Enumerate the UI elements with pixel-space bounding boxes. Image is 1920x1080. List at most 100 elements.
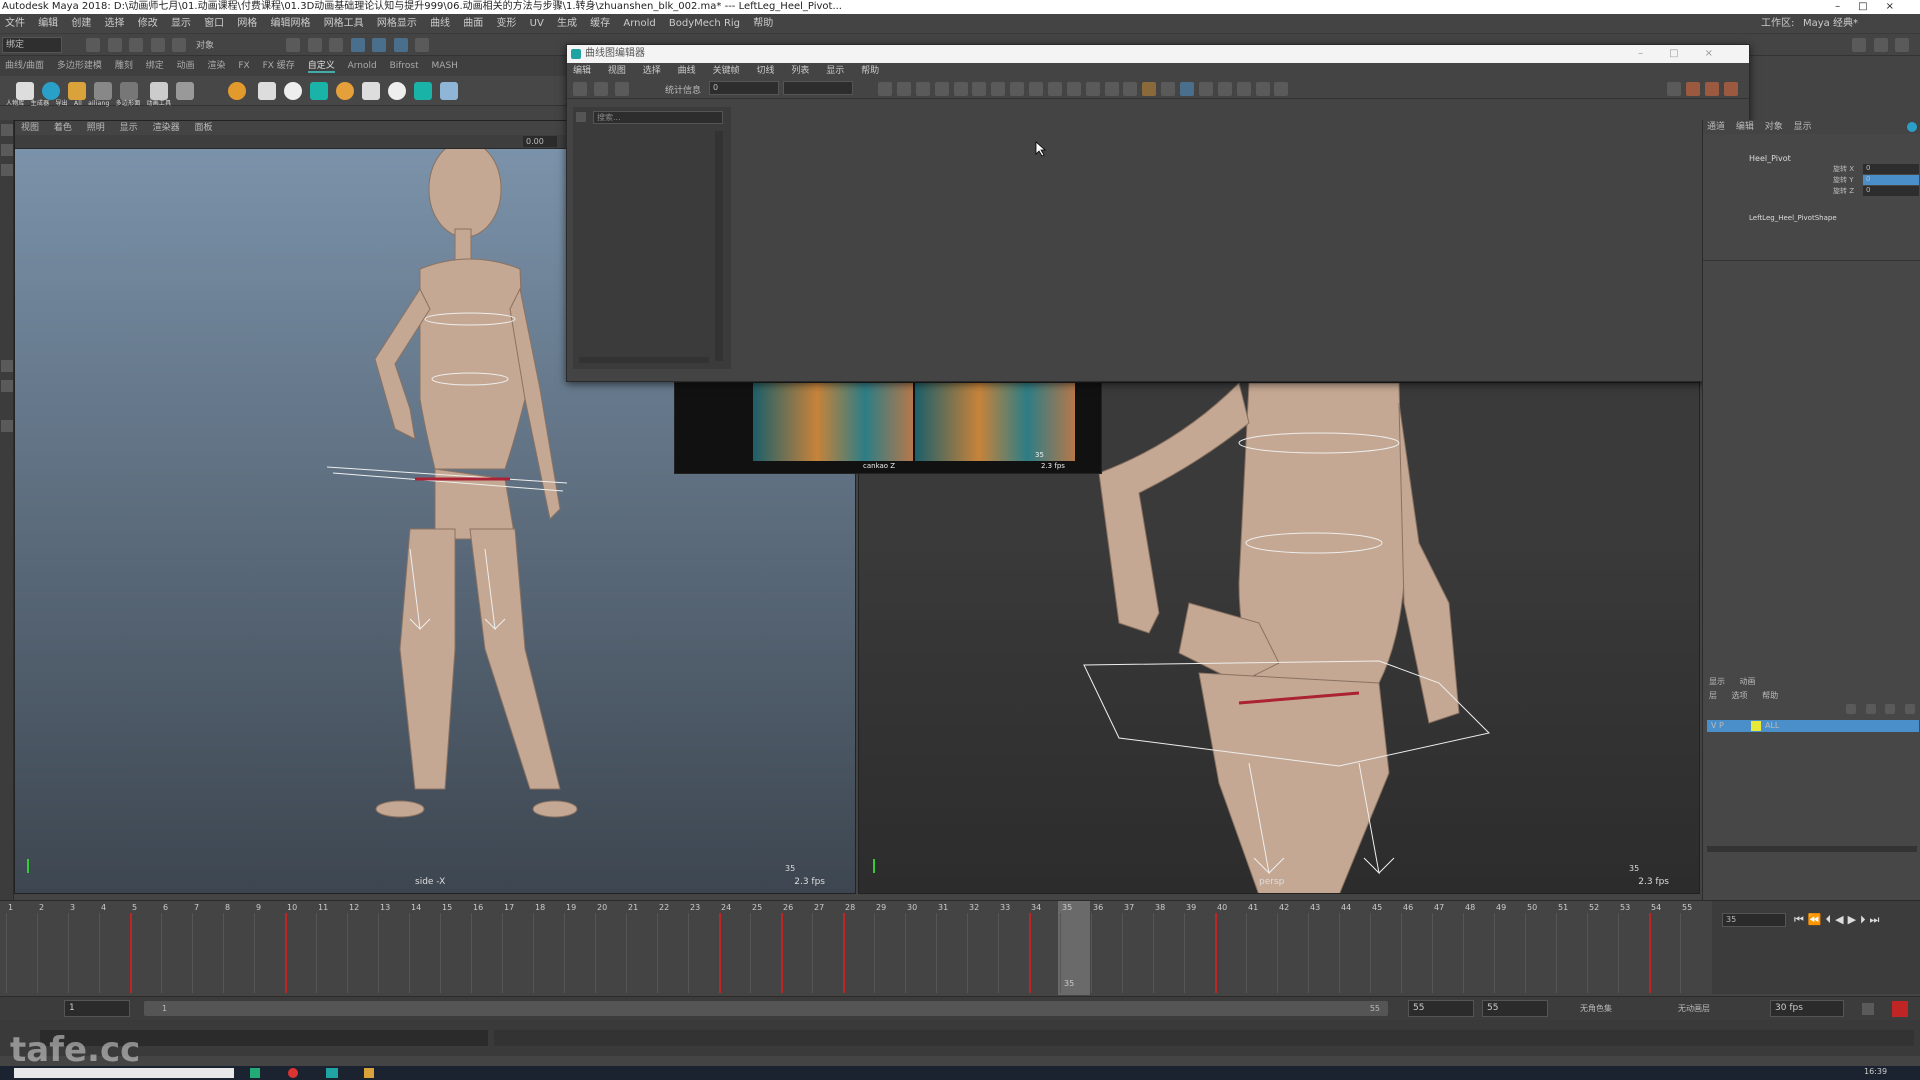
snap-point-icon[interactable] <box>393 38 408 52</box>
lattice-key-icon[interactable] <box>614 82 629 96</box>
playback-end-field[interactable]: 55 <box>1482 1000 1548 1017</box>
shelf-tab[interactable]: FX 缓存 <box>263 61 295 71</box>
menu-item[interactable]: 帮助 <box>753 18 773 29</box>
skull-2-icon[interactable] <box>388 82 406 100</box>
menu-item[interactable]: 网格显示 <box>377 18 417 29</box>
layer-menu-item[interactable]: 帮助 <box>1762 691 1778 700</box>
post-infinity-icon[interactable] <box>1236 82 1251 96</box>
viewport-menu-item[interactable]: 面板 <box>194 123 212 133</box>
taskbar-folder-icon[interactable] <box>364 1068 374 1078</box>
menu-item[interactable]: 选择 <box>105 18 125 29</box>
orange-circle-s-icon[interactable] <box>336 82 354 100</box>
auto-tangent-icon[interactable] <box>934 82 949 96</box>
four-pane-icon[interactable] <box>1 380 13 392</box>
ge-menu-item[interactable]: 切线 <box>756 66 774 76</box>
outliner-hscrollbar[interactable] <box>579 357 709 363</box>
select-tool-icon[interactable] <box>286 38 300 52</box>
layer-scrollbar[interactable] <box>1707 846 1917 852</box>
orange-circle-a-icon[interactable] <box>228 82 246 100</box>
shelf-tab[interactable]: Bifrost <box>390 61 419 71</box>
new-scene-icon[interactable] <box>86 38 100 52</box>
teal-joint-icon[interactable] <box>310 82 328 100</box>
keyframe-marker[interactable] <box>719 913 721 993</box>
shelf-tab[interactable]: Arnold <box>348 61 377 71</box>
outliner-scrollbar[interactable] <box>715 131 723 361</box>
shelf-tab[interactable]: 雕刻 <box>115 61 133 71</box>
channel-value[interactable]: 0 <box>1863 175 1919 185</box>
channel-value[interactable]: 0 <box>1863 186 1919 196</box>
taskbar-maya-icon[interactable] <box>326 1068 338 1078</box>
clamped-tangent-icon[interactable] <box>972 82 987 96</box>
end-time-field[interactable]: 55 <box>1408 1000 1474 1017</box>
keyframe-marker[interactable] <box>1029 913 1031 993</box>
viewport-menu-item[interactable]: 着色 <box>54 123 72 133</box>
play-backward-icon[interactable]: ◀ <box>1835 913 1847 926</box>
ge-menu-item[interactable]: 帮助 <box>861 66 879 76</box>
free-weight-icon[interactable] <box>1104 82 1119 96</box>
save-scene-icon[interactable] <box>129 38 143 52</box>
time-slider[interactable]: 35 1 2 3 4 5 6 7 8 9 10 11 12 13 14 15 16 17 18 19 20 21 22 23 2… <box>0 900 1920 995</box>
ge-menu-item[interactable]: 关键帧 <box>713 66 740 76</box>
graph-area[interactable] <box>735 107 1743 373</box>
move-tool-icon[interactable] <box>1 144 13 156</box>
break-tangent-icon[interactable] <box>1066 82 1081 96</box>
keyframe-marker[interactable] <box>285 913 287 993</box>
fps-dropdown[interactable]: 30 fps <box>1770 1000 1844 1017</box>
anim-tool-icon[interactable] <box>176 82 194 100</box>
taskbar-search[interactable] <box>14 1068 234 1078</box>
menu-item[interactable]: 窗口 <box>204 18 224 29</box>
cycle-icon[interactable] <box>1255 82 1270 96</box>
snap-curve-icon[interactable] <box>372 38 386 52</box>
ge-menu-item[interactable]: 编辑 <box>573 66 591 76</box>
range-slider[interactable]: 1 55 <box>144 1001 1388 1016</box>
select-mode-label[interactable]: 对象 <box>196 38 214 51</box>
menu-item[interactable]: 变形 <box>496 18 516 29</box>
single-pane-icon[interactable] <box>1 360 13 372</box>
step-tangent-icon[interactable] <box>1029 82 1043 96</box>
keyframe-marker[interactable] <box>1215 913 1217 993</box>
buffer-curve-icon[interactable] <box>1142 82 1157 96</box>
ge-menu-item[interactable]: 列表 <box>791 66 809 76</box>
layout-icon[interactable] <box>1 420 13 432</box>
undo-icon[interactable] <box>150 38 165 52</box>
unify-tangent-icon[interactable] <box>1085 82 1100 96</box>
auto-key-icon[interactable] <box>1892 1001 1908 1017</box>
node-name[interactable]: Heel_Pivot <box>1749 154 1791 163</box>
shelf-tab[interactable]: 多边形建模 <box>57 61 102 71</box>
settings-icon[interactable] <box>1724 82 1738 96</box>
channel-value[interactable]: 0 <box>1863 164 1919 174</box>
select-tool-icon[interactable] <box>1 124 13 136</box>
joint-tool-icon[interactable] <box>258 82 276 100</box>
skull-icon[interactable] <box>284 82 302 100</box>
menu-item[interactable]: 生成 <box>557 18 577 29</box>
menu-set-dropdown[interactable]: 绑定 <box>2 37 62 53</box>
linear-tangent-icon[interactable] <box>991 82 1006 96</box>
layer-up-icon[interactable] <box>1846 704 1856 714</box>
anim-layer-dropdown[interactable]: 无动画层 <box>1678 997 1710 1021</box>
menu-item[interactable]: 修改 <box>138 18 158 29</box>
step-back-frame-icon[interactable]: ⏴ <box>1826 913 1836 926</box>
layer-menu-item[interactable]: 层 <box>1709 691 1717 700</box>
taskbar-app-icon[interactable] <box>288 1068 298 1078</box>
render-icon[interactable] <box>415 38 429 52</box>
character-set-dropdown[interactable]: 无角色集 <box>1580 997 1612 1021</box>
keyframe-marker[interactable] <box>130 913 132 993</box>
teal-joint-2-icon[interactable] <box>414 82 432 100</box>
filter-icon[interactable] <box>576 112 586 122</box>
step-back-key-icon[interactable]: ⏪ <box>1808 913 1826 926</box>
swap-buffer-icon[interactable] <box>1161 82 1176 96</box>
shelf-tab[interactable]: 绑定 <box>146 61 164 71</box>
current-frame-field[interactable]: 35 <box>1722 913 1786 927</box>
cube-icon[interactable] <box>440 82 458 100</box>
move-key-icon[interactable] <box>573 82 587 96</box>
normalize-icon[interactable] <box>1180 82 1194 96</box>
rotate-tool-icon[interactable] <box>1 164 13 176</box>
paint-select-icon[interactable] <box>329 38 343 52</box>
help-icon[interactable] <box>1907 122 1917 132</box>
new-layer-selected-icon[interactable] <box>1904 704 1915 714</box>
modeling-toolkit-icon[interactable] <box>1852 38 1866 52</box>
shelf-tab[interactable]: FX <box>238 61 249 71</box>
viewport-menu-item[interactable]: 照明 <box>87 123 105 133</box>
workspace-dropdown[interactable]: Maya 经典* <box>1803 14 1858 34</box>
go-to-end-icon[interactable]: ⏭ <box>1870 913 1884 926</box>
